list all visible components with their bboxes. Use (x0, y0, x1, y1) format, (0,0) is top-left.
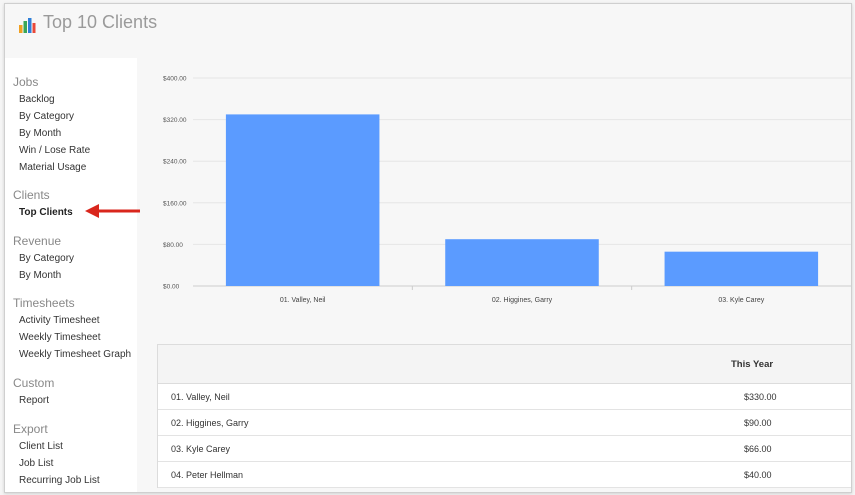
sidebar-item-weekly-timesheet[interactable]: Weekly Timesheet (19, 332, 101, 343)
y-tick-label: $160.00 (163, 200, 187, 207)
table-row[interactable]: 03. Kyle Carey $66.00 (158, 436, 851, 462)
table-row[interactable]: 04. Peter Hellman $40.00 (158, 462, 851, 488)
y-tick-label: $0.00 (163, 284, 180, 291)
table-row[interactable]: 02. Higgines, Garry $90.00 (158, 410, 851, 436)
client-name: 01. Valley, Neil (171, 392, 230, 402)
sidebar-section-revenue: Revenue (13, 234, 62, 248)
bar (664, 251, 819, 286)
sidebar-item-activity-timesheet[interactable]: Activity Timesheet (19, 315, 100, 326)
sidebar-section-export: Export (13, 422, 48, 436)
top-clients-bar-chart: $0.00 $80.00 $160.00 $240.00 $320.00 $400.00 0… (163, 76, 851, 304)
client-value: $40.00 (744, 470, 772, 480)
page-title: Top 10 Clients (43, 12, 158, 32)
page-header: Top 10 Clients (5, 4, 851, 58)
report-window: Top 10 Clients Jobs Backlog By Category … (4, 3, 852, 493)
y-tick-label: $400.00 (163, 76, 187, 83)
bar-chart-icon (19, 18, 36, 33)
x-tick-label: 03. Kyle Carey (718, 297, 764, 304)
client-value: $66.00 (744, 444, 772, 454)
y-tick-label: $80.00 (163, 242, 183, 249)
x-tick-label: 02. Higgines, Garry (492, 297, 553, 304)
sidebar-item-top-clients[interactable]: Top Clients (19, 207, 73, 218)
clients-table: This Year 01. Valley, Neil $330.00 02. H… (157, 344, 851, 488)
client-value: $90.00 (744, 418, 772, 428)
sidebar-item-backlog[interactable]: Backlog (19, 94, 55, 105)
y-tick-label: $320.00 (163, 117, 187, 124)
column-header-this-year[interactable]: This Year (731, 359, 773, 370)
sidebar-item-client-list[interactable]: Client List (19, 441, 63, 452)
sidebar-item-jobs-by-month[interactable]: By Month (19, 128, 61, 139)
sidebar-item-weekly-timesheet-graph[interactable]: Weekly Timesheet Graph (19, 349, 131, 360)
sidebar-item-report[interactable]: Report (19, 395, 49, 406)
sidebar-item-revenue-by-month[interactable]: By Month (19, 270, 61, 281)
table-header: This Year (158, 345, 851, 384)
sidebar-item-material-usage[interactable]: Material Usage (19, 162, 86, 173)
table-row[interactable]: 01. Valley, Neil $330.00 (158, 384, 851, 410)
sidebar-item-jobs-by-category[interactable]: By Category (19, 111, 74, 122)
sidebar-item-revenue-by-category[interactable]: By Category (19, 253, 74, 264)
client-value: $330.00 (744, 392, 777, 402)
sidebar-section-jobs: Jobs (13, 75, 39, 89)
y-tick-label: $240.00 (163, 159, 187, 166)
client-name: 04. Peter Hellman (171, 470, 244, 480)
bar (225, 114, 380, 287)
bar (445, 239, 599, 286)
sidebar-section-timesheets: Timesheets (13, 296, 75, 310)
sidebar-section-custom: Custom (13, 376, 55, 390)
client-name: 03. Kyle Carey (171, 444, 231, 454)
sidebar-item-recurring-job-list[interactable]: Recurring Job List (19, 475, 100, 486)
sidebar: Jobs Backlog By Category By Month Win / … (5, 58, 137, 492)
x-tick-label: 01. Valley, Neil (280, 297, 326, 304)
red-arrow-annotation (85, 204, 140, 218)
client-name: 02. Higgines, Garry (171, 418, 249, 428)
sidebar-item-win-lose-rate[interactable]: Win / Lose Rate (19, 145, 90, 156)
sidebar-section-clients: Clients (13, 188, 50, 202)
sidebar-item-job-list[interactable]: Job List (19, 458, 53, 469)
